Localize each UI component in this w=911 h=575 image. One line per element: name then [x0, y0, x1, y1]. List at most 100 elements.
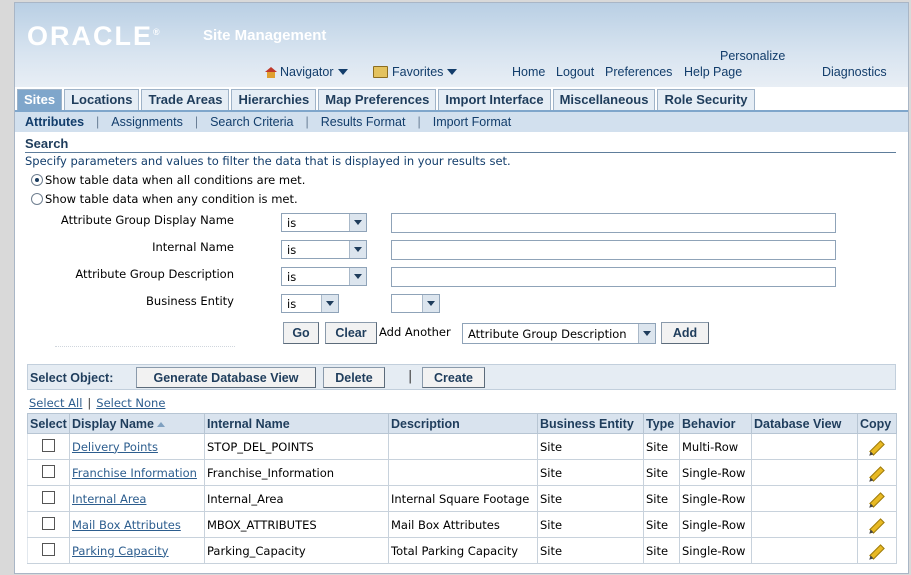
copy-pencil-icon[interactable]: [869, 517, 885, 534]
divider: [55, 346, 235, 353]
operator-value: is: [287, 215, 297, 230]
table-row: Franchise Information Franchise_Informat…: [27, 459, 897, 486]
delete-button[interactable]: Delete: [323, 367, 385, 388]
operator-value: is: [287, 269, 297, 284]
add-button[interactable]: Add: [661, 322, 709, 344]
clear-button[interactable]: Clear: [325, 322, 377, 344]
internal-name-cell: Parking_Capacity: [204, 537, 389, 564]
search-instructions: Specify parameters and values to filter …: [25, 154, 511, 168]
branding-header: ORACLE® Site Management Navigator Favori…: [15, 3, 908, 87]
database-view-cell: [751, 537, 858, 564]
subtab-attributes[interactable]: Attributes: [15, 115, 96, 129]
select-cell: [27, 459, 70, 486]
tab-hierarchies[interactable]: Hierarchies: [231, 89, 317, 110]
operator-select-display-name[interactable]: is: [281, 213, 367, 232]
personalize-link[interactable]: Personalize: [720, 49, 785, 63]
database-view-cell: [751, 459, 858, 486]
help-link[interactable]: Help: [684, 65, 710, 79]
select-cell: [27, 511, 70, 538]
value-select-business-entity[interactable]: [391, 294, 440, 313]
copy-pencil-icon[interactable]: [869, 491, 885, 508]
select-cell: [27, 433, 70, 460]
copy-cell: [857, 511, 897, 538]
copy-pencil-icon[interactable]: [869, 439, 885, 456]
type-cell: Site: [643, 511, 680, 538]
copy-pencil-icon[interactable]: [869, 465, 885, 482]
diagnostics-link[interactable]: Diagnostics: [822, 65, 887, 79]
select-cell: [27, 485, 70, 512]
subtab-results-format[interactable]: Results Format: [309, 115, 418, 129]
display-name-link[interactable]: Franchise Information: [72, 466, 197, 480]
go-button[interactable]: Go: [283, 322, 319, 344]
operator-select-description[interactable]: is: [281, 267, 367, 286]
col-header-description: Description: [388, 413, 538, 434]
subtab-search-criteria[interactable]: Search Criteria: [198, 115, 305, 129]
copy-cell: [857, 485, 897, 512]
behavior-cell: Single-Row: [679, 511, 752, 538]
toolbar-separator: |: [408, 369, 413, 384]
row-checkbox[interactable]: [42, 490, 55, 504]
row-checkbox[interactable]: [42, 464, 55, 478]
row-checkbox[interactable]: [42, 438, 55, 452]
tab-map-preferences[interactable]: Map Preferences: [318, 89, 437, 110]
field-label-attribute-group-description: Attribute Group Description: [75, 267, 234, 281]
radio-any-condition[interactable]: Show table data when any condition is me…: [31, 192, 298, 206]
display-name-link[interactable]: Internal Area: [72, 492, 146, 506]
tab-import-interface[interactable]: Import Interface: [438, 89, 551, 110]
col-header-internal-name: Internal Name: [204, 413, 389, 434]
display-name-cell: Mail Box Attributes: [69, 511, 205, 538]
display-name-link[interactable]: Mail Box Attributes: [72, 518, 181, 532]
row-checkbox[interactable]: [42, 516, 55, 530]
navigator-menu[interactable]: Navigator: [265, 65, 348, 79]
behavior-cell: Single-Row: [679, 485, 752, 512]
description-cell: [388, 433, 538, 460]
favorites-menu[interactable]: Favorites: [373, 65, 458, 79]
display-name-link[interactable]: Delivery Points: [72, 440, 158, 454]
tab-miscellaneous[interactable]: Miscellaneous: [552, 89, 656, 110]
results-toolbar: Select Object: Generate Database View De…: [27, 364, 896, 390]
internal-name-cell: STOP_DEL_POINTS: [204, 433, 389, 460]
select-object-label: Select Object:: [30, 371, 114, 385]
radio-button[interactable]: [31, 193, 43, 205]
logout-link[interactable]: Logout: [556, 65, 594, 79]
chevron-down-icon: [349, 241, 366, 258]
radio-any-label: Show table data when any condition is me…: [45, 192, 298, 206]
home-link[interactable]: Home: [512, 65, 545, 79]
display-name-cell: Franchise Information: [69, 459, 205, 486]
tab-trade-areas[interactable]: Trade Areas: [141, 89, 230, 110]
field-label-internal-name: Internal Name: [152, 240, 234, 254]
tab-role-security[interactable]: Role Security: [657, 89, 755, 110]
tab-sites[interactable]: Sites: [17, 89, 63, 110]
copy-pencil-icon[interactable]: [869, 543, 885, 560]
value-input-description[interactable]: [391, 267, 836, 287]
tab-locations[interactable]: Locations: [64, 89, 140, 110]
operator-select-internal-name[interactable]: is: [281, 240, 367, 259]
subtab-import-format[interactable]: Import Format: [421, 115, 524, 129]
generate-database-view-button[interactable]: Generate Database View: [136, 367, 316, 388]
selection-separator: |: [87, 396, 92, 410]
radio-all-conditions[interactable]: Show table data when all conditions are …: [31, 173, 305, 187]
add-another-value: Attribute Group Description: [468, 326, 627, 341]
personalize-page-link[interactable]: Page: [713, 65, 742, 79]
sub-navigation: Attributes | Assignments | Search Criter…: [15, 110, 908, 132]
value-input-display-name[interactable]: [391, 213, 836, 233]
subtab-assignments[interactable]: Assignments: [99, 115, 195, 129]
create-button[interactable]: Create: [422, 367, 485, 388]
row-checkbox[interactable]: [42, 542, 55, 556]
selection-links: Select All | Select None: [29, 396, 165, 410]
col-header-display-name[interactable]: Display Name: [69, 413, 205, 434]
display-name-link[interactable]: Parking Capacity: [72, 544, 169, 558]
description-cell: Total Parking Capacity: [388, 537, 538, 564]
select-all-link[interactable]: Select All: [29, 396, 82, 410]
type-cell: Site: [643, 537, 680, 564]
copy-cell: [857, 459, 897, 486]
preferences-link[interactable]: Preferences: [605, 65, 672, 79]
operator-value: is: [287, 296, 297, 311]
operator-select-business-entity[interactable]: is: [281, 294, 339, 313]
value-input-internal-name[interactable]: [391, 240, 836, 260]
add-another-select[interactable]: Attribute Group Description: [462, 323, 656, 344]
display-name-cell: Delivery Points: [69, 433, 205, 460]
radio-button-selected[interactable]: [31, 174, 43, 186]
col-header-behavior: Behavior: [679, 413, 752, 434]
select-none-link[interactable]: Select None: [96, 396, 165, 410]
